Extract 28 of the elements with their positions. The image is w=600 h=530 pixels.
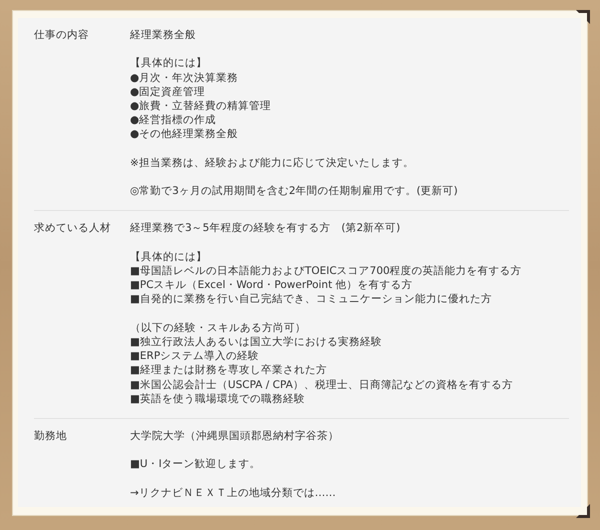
detail-text: ※担当業務は、経験および能力に応じて決定いたします。 — [130, 156, 415, 170]
detail-text: ◎常勤で3ヶ月の試用期間を含む2年間の任期制雇用です。(更新可) — [130, 184, 459, 198]
row-label: 勤務地 — [34, 429, 68, 444]
detail-text: （以下の経験・スキルある方尚可） — [130, 320, 307, 335]
detail-text: ■経理または財務を専攻し卒業された方 — [130, 363, 328, 378]
detail-text: ■PCスキル（Excel・Word・PowerPoint 他）を有する方 — [130, 278, 414, 292]
corner-ornament-icon — [576, 504, 590, 518]
corner-ornament-icon — [576, 10, 590, 24]
detail-text: ■英語を使う職場環境での職務経験 — [130, 392, 306, 406]
detail-text: ■母国語レベルの日本語能力およびTOEICスコア700程度の英語能力を有する方 — [130, 264, 523, 278]
detail-text: →リクナビＮＥＸＴ上の地域分類では…… — [130, 486, 337, 500]
detail-text: 経理業務全般 — [130, 28, 197, 42]
detail-text: 大学院大学（沖縄県国頭郡恩納村字谷茶） — [130, 429, 340, 444]
detail-text: ■独立行政法人あるいは国立大学における実務経験 — [130, 334, 383, 350]
detail-text: ■米国公認会計士（USCPA / CPA）、税理士、日商簿記などの資格を有する方 — [130, 378, 514, 392]
detail-text: 【具体的には】 — [130, 56, 208, 71]
detail-text: ●旅費・立替経費の精算管理 — [130, 99, 272, 114]
detail-text: ●固定資産管理 — [130, 84, 206, 99]
detail-text: 経理業務で3～5年程度の経験を有する方 (第2新卒可) — [130, 221, 402, 236]
detail-text: ●経営指標の作成 — [130, 113, 218, 128]
detail-text: ●月次・年次決算業務 — [130, 70, 240, 85]
row-label: 求めている人材 — [34, 221, 112, 236]
detail-text: ■U・Iターン歓迎します。 — [130, 457, 262, 472]
detail-text: ■自発的に業務を行い自己完結でき、コミュニケーション能力に優れた方 — [130, 292, 493, 307]
detail-text: ●その他経理業務全般 — [130, 127, 240, 142]
detail-text: ■ERPシステム導入の経験 — [130, 349, 260, 364]
detail-text: 【具体的には】 — [130, 250, 208, 264]
row-label: 仕事の内容 — [34, 28, 90, 43]
